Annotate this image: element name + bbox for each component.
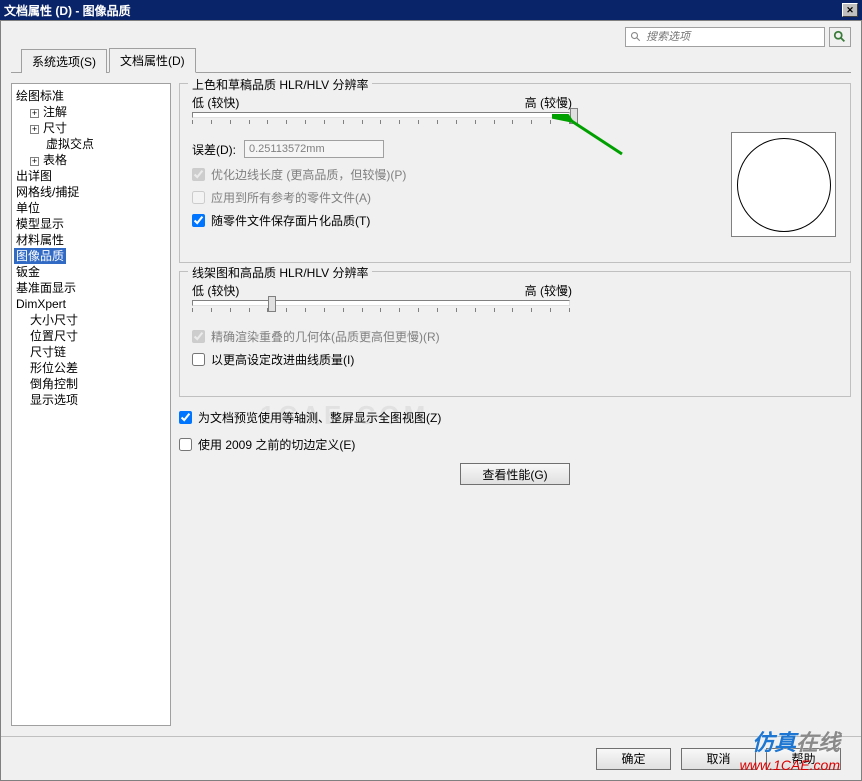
tab-strip: 系统选项(S) 文档属性(D) bbox=[11, 49, 851, 73]
expand-icon[interactable]: + bbox=[30, 125, 39, 134]
tree-tables[interactable]: +表格 bbox=[14, 152, 168, 168]
magnifier-icon bbox=[833, 30, 847, 44]
chk-optimize-edge-box bbox=[192, 168, 205, 181]
chk-isometric-preview[interactable]: 为文档预览使用等轴测、整屏显示全图视图(Z) bbox=[179, 409, 851, 426]
preview-circle-icon bbox=[737, 138, 831, 232]
tree-chain-dim[interactable]: 尺寸链 bbox=[14, 344, 168, 360]
tree-detailing[interactable]: 出详图 bbox=[14, 168, 168, 184]
chk-pre2009-box[interactable] bbox=[179, 438, 192, 451]
tree-grid-snap[interactable]: 网格线/捕捉 bbox=[14, 184, 168, 200]
help-button[interactable]: 帮助 bbox=[766, 748, 841, 770]
preview-box bbox=[731, 132, 836, 237]
slider-high-label: 高 (较慢) bbox=[525, 94, 572, 111]
tree-sheet-metal[interactable]: 钣金 bbox=[14, 264, 168, 280]
wire-low-label: 低 (较快) bbox=[192, 282, 239, 299]
perf-row: 查看性能(G) bbox=[179, 463, 851, 485]
tree-annotations[interactable]: +注解 bbox=[14, 104, 168, 120]
tree-location-dim[interactable]: 位置尺寸 bbox=[14, 328, 168, 344]
main-area: 绘图标准 +注解 +尺寸 虚拟交点 +表格 出详图 网格线/捕捉 单位 模型显示… bbox=[1, 73, 861, 736]
chk-precise-render: 精确渲染重叠的几何体(品质更高但更慢)(R) bbox=[192, 328, 838, 345]
chk-isometric-box[interactable] bbox=[179, 411, 192, 424]
wire-slider-ticks bbox=[192, 308, 570, 316]
tab-system-options[interactable]: 系统选项(S) bbox=[21, 49, 107, 73]
tree-image-quality[interactable]: 图像品质 bbox=[14, 248, 66, 264]
tree-dimensions[interactable]: +尺寸 bbox=[14, 120, 168, 136]
dialog-body: 系统选项(S) 文档属性(D) 绘图标准 +注解 +尺寸 虚拟交点 +表格 出详… bbox=[0, 20, 862, 781]
title-bar: 文档属性 (D) - 图像品质 ✕ bbox=[0, 0, 862, 20]
close-button[interactable]: ✕ bbox=[842, 3, 858, 17]
tree-geo-tol[interactable]: 形位公差 bbox=[14, 360, 168, 376]
group-wireframe-quality: 线架图和高品质 HLR/HLV 分辨率 低 (较快) 高 (较慢) 精确渲染重叠… bbox=[179, 271, 851, 397]
search-input[interactable] bbox=[646, 31, 820, 43]
tab-document-properties[interactable]: 文档属性(D) bbox=[109, 48, 196, 73]
slider-track[interactable] bbox=[192, 112, 570, 118]
search-box[interactable] bbox=[625, 27, 825, 47]
expand-icon[interactable]: + bbox=[30, 157, 39, 166]
slider-ticks bbox=[192, 120, 570, 128]
tree-plane-display[interactable]: 基准面显示 bbox=[14, 280, 168, 296]
search-row bbox=[1, 21, 861, 49]
chk-save-tess-box[interactable] bbox=[192, 214, 205, 227]
wire-slider[interactable]: 低 (较快) 高 (较慢) bbox=[192, 282, 592, 328]
deviation-input[interactable] bbox=[244, 140, 384, 158]
slider-fill bbox=[555, 114, 567, 117]
shaded-slider[interactable]: 低 (较快) 高 (较慢) bbox=[192, 94, 592, 140]
slider-thumb[interactable] bbox=[570, 108, 578, 124]
tree-material[interactable]: 材料属性 bbox=[14, 232, 168, 248]
dialog-footer: 确定 取消 帮助 bbox=[1, 736, 861, 780]
chk-pre2009-tangent[interactable]: 使用 2009 之前的切边定义(E) bbox=[179, 436, 851, 453]
chk-precise-render-box bbox=[192, 330, 205, 343]
ok-button[interactable]: 确定 bbox=[596, 748, 671, 770]
tree-display-opts[interactable]: 显示选项 bbox=[14, 392, 168, 408]
expand-icon[interactable]: + bbox=[30, 109, 39, 118]
tree-units[interactable]: 单位 bbox=[14, 200, 168, 216]
view-performance-button[interactable]: 查看性能(G) bbox=[460, 463, 570, 485]
deviation-label: 误差(D): bbox=[192, 141, 236, 158]
wire-high-label: 高 (较慢) bbox=[525, 282, 572, 299]
chk-apply-all-box bbox=[192, 191, 205, 204]
chk-high-curve-box[interactable] bbox=[192, 353, 205, 366]
group-shaded-quality: 上色和草稿品质 HLR/HLV 分辨率 低 (较快) 高 (较慢) 误差(D): bbox=[179, 83, 851, 263]
chk-high-curve[interactable]: 以更高设定改进曲线质量(I) bbox=[192, 351, 838, 368]
slider-low-label: 低 (较快) bbox=[192, 94, 239, 111]
tree-drafting-std[interactable]: 绘图标准 bbox=[14, 88, 168, 104]
search-icon bbox=[630, 31, 642, 43]
search-go-button[interactable] bbox=[829, 27, 851, 47]
tree-size-dim[interactable]: 大小尺寸 bbox=[14, 312, 168, 328]
content-panel: 上色和草稿品质 HLR/HLV 分辨率 低 (较快) 高 (较慢) 误差(D): bbox=[179, 83, 851, 726]
wire-slider-track[interactable] bbox=[192, 300, 570, 306]
tree-dimxpert[interactable]: DimXpert bbox=[14, 296, 168, 312]
group-shaded-legend: 上色和草稿品质 HLR/HLV 分辨率 bbox=[188, 76, 372, 93]
tree-chamfer[interactable]: 倒角控制 bbox=[14, 376, 168, 392]
category-tree[interactable]: 绘图标准 +注解 +尺寸 虚拟交点 +表格 出详图 网格线/捕捉 单位 模型显示… bbox=[11, 83, 171, 726]
window-title: 文档属性 (D) - 图像品质 bbox=[4, 2, 131, 19]
tree-model-display[interactable]: 模型显示 bbox=[14, 216, 168, 232]
tree-virtual-sharps[interactable]: 虚拟交点 bbox=[14, 136, 168, 152]
group-wire-legend: 线架图和高品质 HLR/HLV 分辨率 bbox=[188, 264, 372, 281]
cancel-button[interactable]: 取消 bbox=[681, 748, 756, 770]
